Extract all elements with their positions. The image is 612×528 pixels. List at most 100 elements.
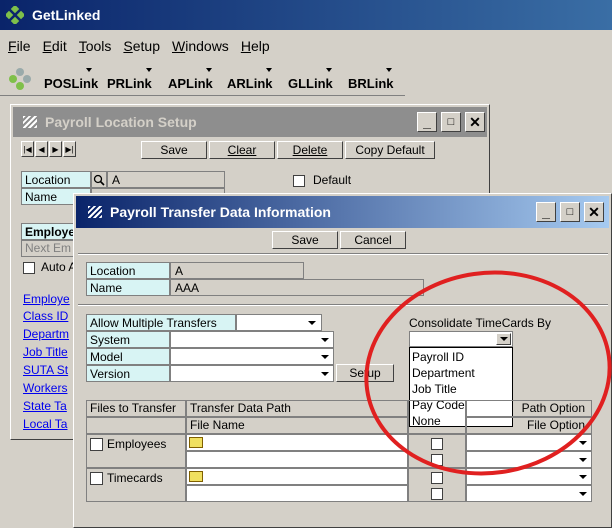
employees-filename-field[interactable] <box>186 451 408 468</box>
employee-section-link[interactable]: Employe <box>23 292 70 306</box>
chevron-down-icon <box>326 68 332 72</box>
first-record-button[interactable]: |◀ <box>21 141 34 157</box>
table-row: Timecards <box>86 468 592 502</box>
allow-multiple-select[interactable] <box>236 314 322 331</box>
next-record-button[interactable]: ▶ <box>49 141 62 157</box>
timecards-checkbox[interactable] <box>90 472 103 485</box>
prev-record-button[interactable]: ◀ <box>35 141 48 157</box>
record-nav: |◀ ◀ ▶ ▶| <box>21 141 76 157</box>
employees-checkbox[interactable] <box>90 438 103 451</box>
chevron-down-icon <box>266 68 272 72</box>
folder-icon[interactable] <box>189 471 203 482</box>
menu-file[interactable]: File <box>2 38 37 54</box>
row-label-cell: Timecards <box>86 468 186 502</box>
menu-help[interactable]: Help <box>235 38 276 54</box>
hatch-icon <box>23 116 37 128</box>
cancel-button[interactable]: Cancel <box>340 231 406 249</box>
auto-label: Auto A <box>41 260 77 274</box>
timecards-option-checkbox[interactable] <box>431 472 443 484</box>
timecards-file-option-select[interactable] <box>466 485 592 502</box>
toolbar-brlink[interactable]: BRLink <box>348 76 394 91</box>
link-department[interactable]: Departm <box>23 327 69 344</box>
system-label: System <box>86 331 170 348</box>
consolidate-select[interactable] <box>409 331 513 347</box>
employees-path-option-select[interactable] <box>466 434 592 451</box>
employees-file-option-select[interactable] <box>466 451 592 468</box>
timecards-path-field[interactable] <box>186 468 408 485</box>
chevron-down-icon <box>579 440 587 445</box>
menu-bar: File Edit Tools Setup Windows Help <box>0 30 612 62</box>
employee-label: Employe <box>21 223 81 240</box>
close-button[interactable]: ✕ <box>465 112 485 132</box>
toolbar-prlink[interactable]: PRLink <box>107 76 152 91</box>
close-button[interactable]: ✕ <box>584 202 604 222</box>
link-workers-comp[interactable]: Workers <box>23 381 69 398</box>
toolbar-gllink[interactable]: GLLink <box>288 76 333 91</box>
last-record-button[interactable]: ▶| <box>63 141 76 157</box>
default-label: Default <box>313 173 352 187</box>
location-field[interactable]: A <box>107 171 225 188</box>
chevron-down-icon[interactable] <box>496 333 511 345</box>
table-row: Employees <box>86 434 592 468</box>
timecards-option-checkbox-2[interactable] <box>431 488 443 500</box>
menu-setup[interactable]: Setup <box>117 38 166 54</box>
employees-option-checkbox-2[interactable] <box>431 454 443 466</box>
option-payroll-id[interactable]: Payroll ID <box>412 350 512 366</box>
option-department[interactable]: Department <box>412 366 512 382</box>
link-local-tax[interactable]: Local Ta <box>23 417 69 434</box>
col-path-header: Transfer Data Path <box>186 400 408 417</box>
clear-button[interactable]: Clear <box>209 141 275 159</box>
version-select[interactable] <box>170 365 334 382</box>
chevron-down-icon <box>321 371 329 376</box>
files-table: Files to Transfer Transfer Data Path Pat… <box>86 400 596 526</box>
app-logo-icon <box>4 4 26 26</box>
copy-default-button[interactable]: Copy Default <box>345 141 435 159</box>
hatch-icon <box>88 206 102 218</box>
link-suta-state[interactable]: SUTA St <box>23 363 69 380</box>
app-title: GetLinked <box>32 7 101 23</box>
transfer-window: Payroll Transfer Data Information _ □ ✕ … <box>73 193 612 528</box>
setup-button[interactable]: Setup <box>336 364 394 382</box>
col-files-header: Files to Transfer <box>86 400 186 417</box>
maximize-button[interactable]: □ <box>560 202 580 222</box>
divider <box>78 253 608 255</box>
delete-button[interactable]: Delete <box>277 141 343 159</box>
employees-option-cell <box>408 434 466 468</box>
name-label: Name <box>86 279 170 296</box>
transfer-title: Payroll Transfer Data Information <box>110 204 331 220</box>
toolbar-poslink[interactable]: POSLink <box>44 76 98 91</box>
toolbar: POSLink PRLink APLink ARLink GLLink BRLi… <box>0 62 405 96</box>
toolbar-logo-icon[interactable] <box>8 67 32 91</box>
toolbar-arlink[interactable]: ARLink <box>227 76 273 91</box>
chevron-down-icon <box>308 320 316 325</box>
option-job-title[interactable]: Job Title <box>412 382 512 398</box>
employees-option-checkbox[interactable] <box>431 438 443 450</box>
menu-tools[interactable]: Tools <box>73 38 118 54</box>
link-class-id[interactable]: Class ID <box>23 309 69 326</box>
maximize-button[interactable]: □ <box>441 112 461 132</box>
menu-edit[interactable]: Edit <box>37 38 73 54</box>
menu-windows[interactable]: Windows <box>166 38 235 54</box>
timecards-filename-field[interactable] <box>186 485 408 502</box>
model-select[interactable] <box>170 348 334 365</box>
employees-path-field[interactable] <box>186 434 408 451</box>
minimize-button[interactable]: _ <box>417 112 437 132</box>
chevron-down-icon <box>579 474 587 479</box>
default-checkbox[interactable] <box>293 175 305 187</box>
timecards-path-option-select[interactable] <box>466 468 592 485</box>
minimize-button[interactable]: _ <box>536 202 556 222</box>
link-job-title[interactable]: Job Title <box>23 345 69 362</box>
allow-multiple-label: Allow Multiple Transfers <box>86 314 236 331</box>
employees-label: Employees <box>107 437 167 451</box>
next-employee-label: Next Em <box>21 240 81 257</box>
auto-checkbox[interactable] <box>23 262 35 274</box>
system-select[interactable] <box>170 331 334 348</box>
toolbar-aplink[interactable]: APLink <box>168 76 213 91</box>
search-icon[interactable] <box>91 171 107 188</box>
app-title-bar: GetLinked <box>0 0 612 30</box>
path-option-label: Path Option <box>521 401 585 415</box>
save-button[interactable]: Save <box>141 141 207 159</box>
link-state-tax[interactable]: State Ta <box>23 399 69 416</box>
save-button[interactable]: Save <box>272 231 338 249</box>
folder-icon[interactable] <box>189 437 203 448</box>
